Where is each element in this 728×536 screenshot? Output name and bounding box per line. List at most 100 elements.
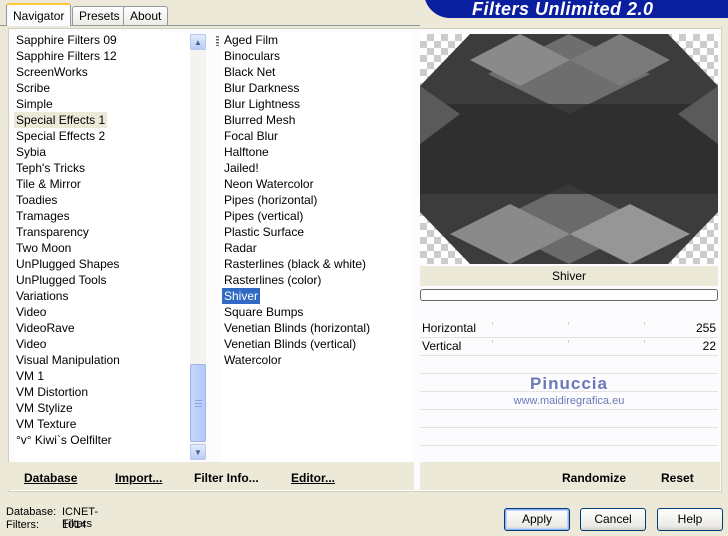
category-list-item[interactable]: UnPlugged Shapes <box>14 256 121 272</box>
category-scrollbar[interactable]: ▲ ▼ <box>190 34 206 460</box>
filter-list-item[interactable]: Venetian Blinds (horizontal) <box>222 320 372 336</box>
filter-list-item[interactable]: Neon Watercolor <box>222 176 316 192</box>
randomize-button[interactable]: Randomize <box>562 471 626 485</box>
category-list-item[interactable]: Tile & Mirror <box>14 176 83 192</box>
filter-list-item[interactable]: Focal Blur <box>222 128 280 144</box>
param-label: Vertical <box>422 339 462 353</box>
category-list-item[interactable]: Scribe <box>14 80 52 96</box>
category-list-item[interactable]: UnPlugged Tools <box>14 272 109 288</box>
app-title: Filters Unlimited 2.0 <box>472 0 654 18</box>
reset-button[interactable]: Reset <box>661 471 694 485</box>
filter-list-item[interactable]: Rasterlines (color) <box>222 272 323 288</box>
help-button[interactable]: Help <box>657 508 723 531</box>
category-list-item[interactable]: Video <box>14 336 48 352</box>
category-list-item[interactable]: Transparency <box>14 224 91 240</box>
watermark-url: www.maidiregrafica.eu <box>513 395 625 407</box>
filter-list-item[interactable]: Blur Darkness <box>222 80 301 96</box>
category-list-item[interactable]: Toadies <box>14 192 59 208</box>
tick-mark <box>568 340 569 343</box>
filter-list-item[interactable]: Venetian Blinds (vertical) <box>222 336 358 352</box>
filter-list-item[interactable]: Watercolor <box>222 352 284 368</box>
param-vertical[interactable]: Vertical 22 <box>420 338 718 356</box>
filter-list-item[interactable]: Aged Film <box>222 32 280 48</box>
apply-button[interactable]: Apply <box>504 508 570 531</box>
filter-preview <box>420 34 718 264</box>
status-filters-label: Filters: <box>6 519 39 531</box>
category-list-item[interactable]: °v° Kiwi`s Oelfilter <box>14 432 114 448</box>
filter-list-item[interactable]: Shiver <box>222 288 261 304</box>
watermark-name: Pinuccia <box>530 374 608 393</box>
import-button[interactable]: Import... <box>115 471 162 485</box>
category-list-item[interactable]: VM Texture <box>14 416 78 432</box>
filter-list-item[interactable]: Blurred Mesh <box>222 112 297 128</box>
filter-list[interactable]: Aged Film Binoculars Black Net Blur Darknes… <box>222 32 412 462</box>
tab-about[interactable]: About <box>123 6 169 25</box>
param-horizontal[interactable]: Horizontal 255 <box>420 320 718 338</box>
scroll-up-button[interactable]: ▲ <box>190 34 206 50</box>
tick-mark <box>492 322 493 325</box>
param-empty-row <box>420 428 718 446</box>
category-list-item[interactable]: Simple <box>14 96 55 112</box>
scroll-thumb[interactable] <box>190 364 206 442</box>
tab-presets[interactable]: Presets <box>72 6 127 25</box>
category-list-item[interactable]: Sapphire Filters 12 <box>14 48 119 64</box>
filter-info-button[interactable]: Filter Info... <box>194 471 259 485</box>
category-list-item[interactable]: ScreenWorks <box>14 64 90 80</box>
status-filters-value: 1014 <box>62 519 87 531</box>
category-list-item[interactable]: VM 1 <box>14 368 46 384</box>
param-empty-row <box>420 410 718 428</box>
filter-list-item[interactable]: Jailed! <box>222 160 261 176</box>
param-value: 255 <box>695 321 716 335</box>
preview-image <box>420 34 718 264</box>
category-list-item[interactable]: VM Distortion <box>14 384 90 400</box>
category-list-item[interactable]: Special Effects 1 <box>14 112 108 128</box>
grip-line <box>195 406 202 407</box>
category-list-item[interactable]: Special Effects 2 <box>14 128 107 144</box>
database-label: Database <box>24 471 78 485</box>
category-list-item[interactable]: Tramages <box>14 208 72 224</box>
category-list-item[interactable]: Video <box>14 304 48 320</box>
tick-mark <box>492 340 493 343</box>
filter-list-item[interactable]: Black Net <box>222 64 277 80</box>
progress-bar <box>420 289 718 301</box>
database-button[interactable]: Database <box>24 471 77 485</box>
category-list-item[interactable]: Visual Manipulation <box>14 352 122 368</box>
tick-mark <box>644 340 645 343</box>
tab-navigator[interactable]: Navigator <box>6 3 72 26</box>
scroll-down-button[interactable]: ▼ <box>190 444 206 460</box>
grip-line <box>195 403 202 404</box>
editor-label: Editor... <box>291 471 336 485</box>
category-list-item[interactable]: Variations <box>14 288 70 304</box>
category-list-item[interactable]: VideoRave <box>14 320 77 336</box>
grip-line <box>195 400 202 401</box>
selected-filter-name: Shiver <box>420 266 718 286</box>
import-label: Import... <box>115 471 163 485</box>
status-database-label: Database: <box>6 506 57 518</box>
cancel-button[interactable]: Cancel <box>580 508 646 531</box>
category-list-item[interactable]: Sapphire Filters 09 <box>14 32 119 48</box>
tick-mark <box>644 322 645 325</box>
filter-list-item[interactable]: Radar <box>222 240 259 256</box>
filter-list-item[interactable]: Square Bumps <box>222 304 305 320</box>
category-list-item[interactable]: VM Stylize <box>14 400 75 416</box>
param-value: 22 <box>702 339 716 353</box>
filter-list-item[interactable]: Blur Lightness <box>222 96 302 112</box>
category-list-item[interactable]: Two Moon <box>14 240 73 256</box>
watermark: Pinuccia www.maidiregrafica.eu <box>420 374 718 407</box>
list-marker-icon <box>216 36 219 46</box>
category-list[interactable]: Sapphire Filters 09 Sapphire Filters 12 Sc… <box>14 32 190 462</box>
editor-button[interactable]: Editor... <box>291 471 335 485</box>
filter-list-item[interactable]: Plastic Surface <box>222 224 306 240</box>
category-list-item[interactable]: Teph's Tricks <box>14 160 87 176</box>
filter-list-item[interactable]: Binoculars <box>222 48 282 64</box>
filter-list-item[interactable]: Pipes (vertical) <box>222 208 305 224</box>
chevron-down-icon: ▼ <box>194 447 202 457</box>
param-empty-row <box>420 446 718 463</box>
filter-list-item[interactable]: Rasterlines (black & white) <box>222 256 368 272</box>
category-list-item[interactable]: Sybia <box>14 144 48 160</box>
filter-list-item[interactable]: Pipes (horizontal) <box>222 192 319 208</box>
tick-mark <box>568 322 569 325</box>
param-empty-row <box>420 356 718 374</box>
filter-list-item[interactable]: Halftone <box>222 144 271 160</box>
param-label: Horizontal <box>422 321 477 335</box>
